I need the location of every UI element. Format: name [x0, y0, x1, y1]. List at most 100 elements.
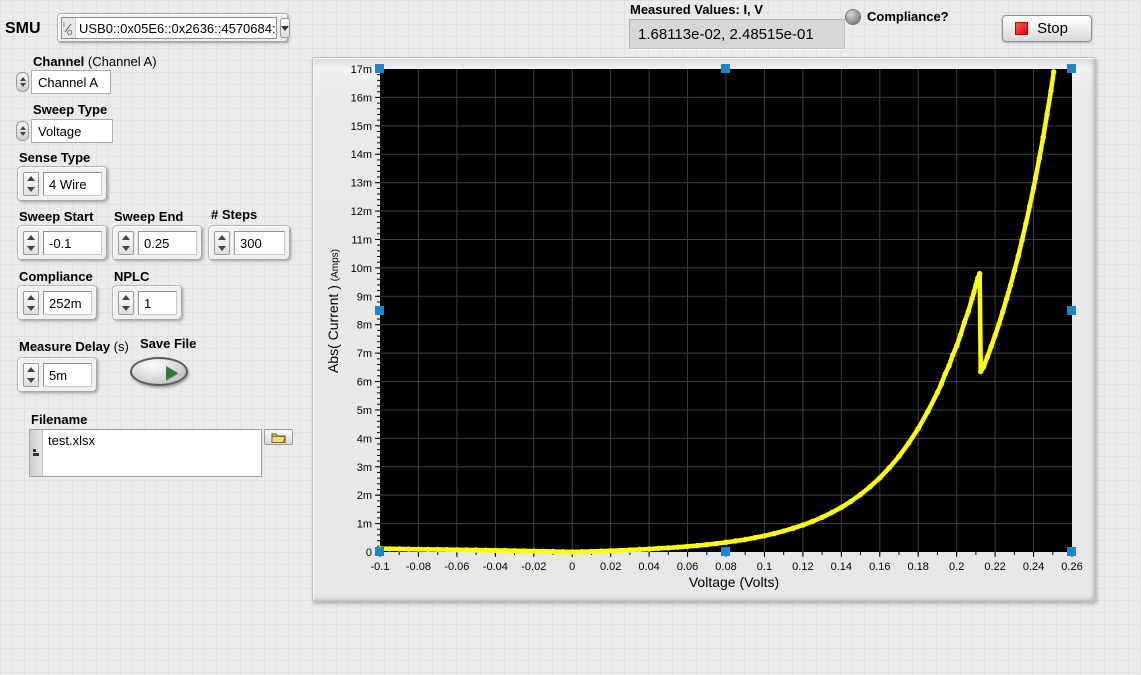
sweep-type-select[interactable]: Voltage	[31, 119, 113, 143]
data-point-marker	[1019, 238, 1024, 243]
sweep-start-spinner[interactable]	[23, 231, 39, 255]
selection-handle-mid-right[interactable]	[1067, 306, 1076, 315]
decrement-button[interactable]	[24, 243, 38, 254]
x-tick-label: 0.12	[792, 561, 813, 573]
visa-resource-field[interactable]: IO USB0::0x05E6::0x2636::4570684:	[61, 17, 277, 39]
data-point-marker	[704, 542, 709, 547]
sweep-type-spinner[interactable]	[16, 121, 29, 141]
data-point-marker	[977, 271, 982, 276]
nplc-spinner[interactable]	[118, 291, 134, 315]
channel-spinner[interactable]	[16, 72, 29, 92]
stop-button-label: Stop	[1028, 20, 1091, 37]
data-point-marker	[1033, 175, 1038, 180]
sense-type-control[interactable]: 4 Wire	[17, 166, 108, 202]
data-point-marker	[958, 332, 963, 337]
increment-button[interactable]	[24, 292, 38, 303]
data-point-marker	[978, 369, 983, 374]
filename-path-control[interactable]: test.xlsx	[29, 429, 262, 477]
io-icon: IO	[62, 18, 76, 38]
data-point-marker	[981, 364, 986, 369]
compliance-field[interactable]: 252m	[43, 291, 92, 315]
num-steps-field[interactable]: 300	[234, 231, 285, 255]
data-point-marker	[791, 526, 796, 531]
increment-button[interactable]	[119, 292, 133, 303]
visa-dropdown-button[interactable]	[280, 18, 290, 38]
y-tick-label: 10m	[351, 263, 372, 275]
x-tick-label: -0.02	[521, 561, 546, 573]
data-point-marker	[723, 540, 728, 545]
x-tick-label: -0.08	[406, 561, 431, 573]
compliance-label: Compliance	[19, 269, 93, 284]
nplc-label: NPLC	[114, 269, 149, 284]
x-tick-label: 0.16	[869, 561, 890, 573]
decrement-button[interactable]	[24, 375, 38, 386]
selection-handle-top-right[interactable]	[1067, 64, 1076, 73]
x-tick-label: 0.18	[908, 561, 929, 573]
y-tick-label: 14m	[351, 149, 372, 161]
measure-delay-control[interactable]: 5m	[17, 357, 98, 393]
channel-select[interactable]: Channel A	[31, 70, 111, 94]
data-point-marker	[637, 547, 642, 552]
data-point-marker	[454, 547, 459, 552]
filename-label: Filename	[31, 412, 87, 427]
sense-type-field[interactable]: 4 Wire	[43, 172, 102, 196]
data-point-marker	[1048, 89, 1053, 94]
increment-button[interactable]	[24, 232, 38, 243]
increment-button[interactable]	[24, 173, 38, 184]
selection-handle-top-left[interactable]	[375, 64, 384, 73]
sweep-end-control[interactable]: 0.25	[112, 225, 203, 261]
y-axis-label: Abs( Current ) (Amps)	[325, 161, 345, 461]
increment-button[interactable]	[215, 232, 229, 243]
visa-resource-combo[interactable]: IO USB0::0x05E6::0x2636::4570684:	[57, 13, 289, 43]
sweep-start-control[interactable]: -0.1	[17, 225, 108, 261]
selection-handle-mid-left[interactable]	[375, 306, 384, 315]
decrement-button[interactable]	[119, 243, 133, 254]
data-point-marker	[896, 454, 901, 459]
measure-delay-spinner[interactable]	[23, 363, 39, 387]
data-point-marker	[966, 309, 971, 314]
x-tick-label: 0.1	[757, 561, 772, 573]
measure-delay-field[interactable]: 5m	[43, 363, 92, 387]
data-point-marker	[675, 545, 680, 550]
decrement-button[interactable]	[24, 184, 38, 195]
data-point-marker	[387, 546, 392, 551]
data-point-marker	[656, 546, 661, 551]
sweep-start-field[interactable]: -0.1	[43, 231, 102, 255]
save-file-button[interactable]	[130, 357, 188, 386]
sweep-end-field[interactable]: 0.25	[138, 231, 197, 255]
compliance-spinner[interactable]	[23, 291, 39, 315]
increment-button[interactable]	[119, 232, 133, 243]
y-tick-label: 0	[366, 547, 372, 559]
compliance-led	[845, 9, 861, 25]
selection-handle-top-mid[interactable]	[721, 64, 730, 73]
data-point-marker	[950, 352, 955, 357]
data-point-marker	[781, 528, 786, 533]
sweep-end-spinner[interactable]	[118, 231, 134, 255]
filename-value[interactable]: test.xlsx	[43, 430, 261, 476]
decrement-button[interactable]	[215, 243, 229, 254]
data-point-marker	[954, 343, 959, 348]
y-tick-label: 13m	[351, 178, 372, 190]
data-point-marker	[985, 354, 990, 359]
num-steps-control[interactable]: 300	[208, 225, 291, 261]
sense-type-spinner[interactable]	[23, 172, 39, 196]
increment-button[interactable]	[24, 364, 38, 375]
data-point-marker	[973, 283, 978, 288]
selection-handle-bottom-left[interactable]	[375, 547, 384, 556]
nplc-control[interactable]: 1	[112, 285, 183, 321]
browse-button[interactable]	[264, 429, 293, 445]
decrement-icon	[27, 246, 35, 251]
selection-handle-bottom-right[interactable]	[1067, 547, 1076, 556]
compliance-control[interactable]: 252m	[17, 285, 98, 321]
xy-graph[interactable]: -0.1-0.08-0.06-0.04-0.0200.020.040.060.0…	[312, 57, 1096, 602]
data-point-marker	[512, 548, 517, 553]
num-steps-spinner[interactable]	[214, 231, 230, 255]
data-point-marker	[1051, 69, 1056, 74]
stop-button[interactable]: Stop	[1002, 15, 1092, 42]
data-point-marker	[752, 535, 757, 540]
nplc-field[interactable]: 1	[138, 291, 177, 315]
selection-handle-bottom-mid[interactable]	[721, 547, 730, 556]
decrement-button[interactable]	[24, 303, 38, 314]
data-point-marker	[887, 465, 892, 470]
decrement-button[interactable]	[119, 303, 133, 314]
